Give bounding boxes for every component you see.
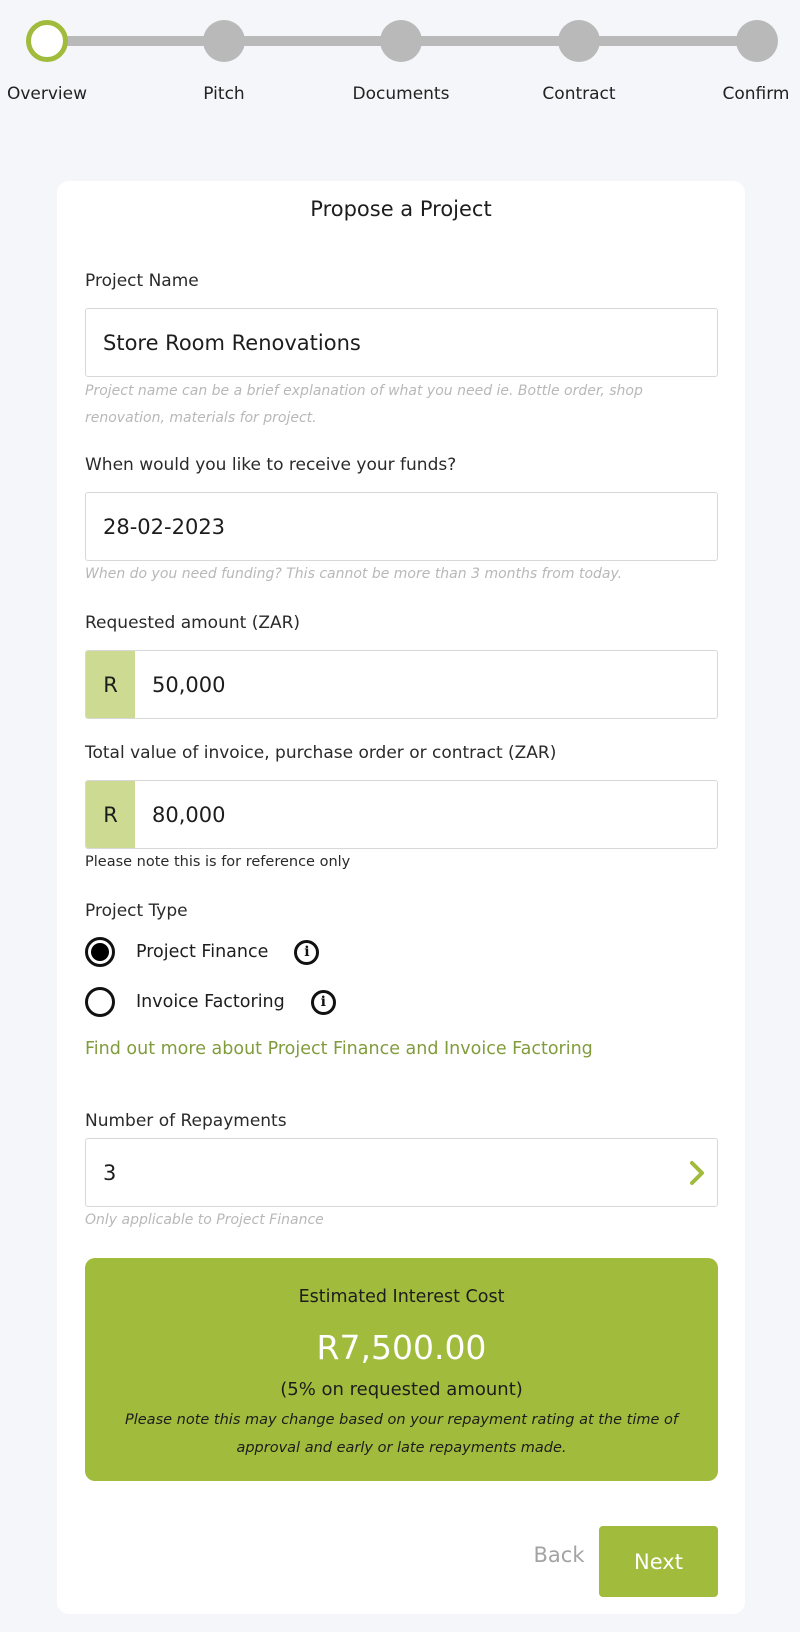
funds-date-label: When would you like to receive your fund…	[85, 455, 457, 475]
step-confirm-marker[interactable]	[736, 20, 778, 62]
repayments-label: Number of Repayments	[85, 1111, 287, 1131]
step-overview-label: Overview	[6, 84, 88, 104]
estimated-interest-box: Estimated Interest Cost R7,500.00 (5% on…	[85, 1258, 718, 1481]
project-name-field	[85, 308, 718, 377]
estimate-note: Please note this may change based on you…	[124, 1412, 679, 1456]
estimate-amount: R7,500.00	[316, 1328, 487, 1367]
step-documents-label: Documents	[352, 84, 450, 104]
radio-project-finance[interactable]: Project Finance i	[85, 936, 320, 968]
project-name-label: Project Name	[85, 271, 199, 291]
funds-date-field	[85, 492, 718, 561]
page-title: Propose a Project	[310, 197, 492, 221]
funds-date-input[interactable]	[86, 493, 717, 560]
total-value-field: R	[85, 780, 718, 849]
radio-invoice-factoring[interactable]: Invoice Factoring i	[85, 986, 336, 1018]
next-button[interactable]: Next	[599, 1526, 718, 1597]
currency-prefix: R	[86, 651, 135, 718]
project-name-input[interactable]	[86, 309, 717, 376]
radio-label: Project Finance	[136, 942, 269, 962]
estimate-rate: (5% on requested amount)	[280, 1379, 523, 1400]
step-confirm-label: Confirm	[722, 84, 790, 104]
step-overview-marker[interactable]	[26, 20, 68, 62]
chevron-right-icon	[677, 1160, 717, 1186]
step-documents-marker[interactable]	[380, 20, 422, 62]
radio-button-selected[interactable]	[85, 937, 115, 967]
funds-date-hint: When do you need funding? This cannot be…	[85, 566, 623, 582]
repayments-select[interactable]: 3	[85, 1138, 718, 1207]
requested-amount-field: R	[85, 650, 718, 719]
find-out-more-link[interactable]: Find out more about Project Finance and …	[85, 1039, 593, 1059]
total-value-label: Total value of invoice, purchase order o…	[85, 743, 557, 763]
step-pitch-marker[interactable]	[203, 20, 245, 62]
progress-stepper: Overview Pitch Documents Contract Confir…	[0, 0, 800, 120]
project-type-label: Project Type	[85, 901, 188, 921]
propose-project-card: Propose a Project Project Name Project n…	[57, 181, 745, 1614]
step-contract-label: Contract	[542, 84, 616, 104]
currency-prefix: R	[86, 781, 135, 848]
total-value-input[interactable]	[135, 781, 717, 848]
step-contract-marker[interactable]	[558, 20, 600, 62]
radio-label: Invoice Factoring	[136, 992, 285, 1012]
total-value-note: Please note this is for reference only	[85, 854, 351, 870]
repayments-value: 3	[103, 1160, 117, 1185]
requested-amount-label: Requested amount (ZAR)	[85, 613, 301, 633]
project-name-hint: Project name can be a brief explanation …	[85, 383, 643, 426]
back-button[interactable]: Back	[509, 1520, 609, 1590]
info-icon[interactable]: i	[294, 939, 320, 965]
requested-amount-input[interactable]	[135, 651, 717, 718]
radio-button-unselected[interactable]	[85, 987, 115, 1017]
step-pitch-label: Pitch	[203, 84, 245, 104]
estimate-title: Estimated Interest Cost	[298, 1287, 505, 1307]
info-icon[interactable]: i	[310, 989, 336, 1015]
repayments-hint: Only applicable to Project Finance	[85, 1212, 324, 1228]
